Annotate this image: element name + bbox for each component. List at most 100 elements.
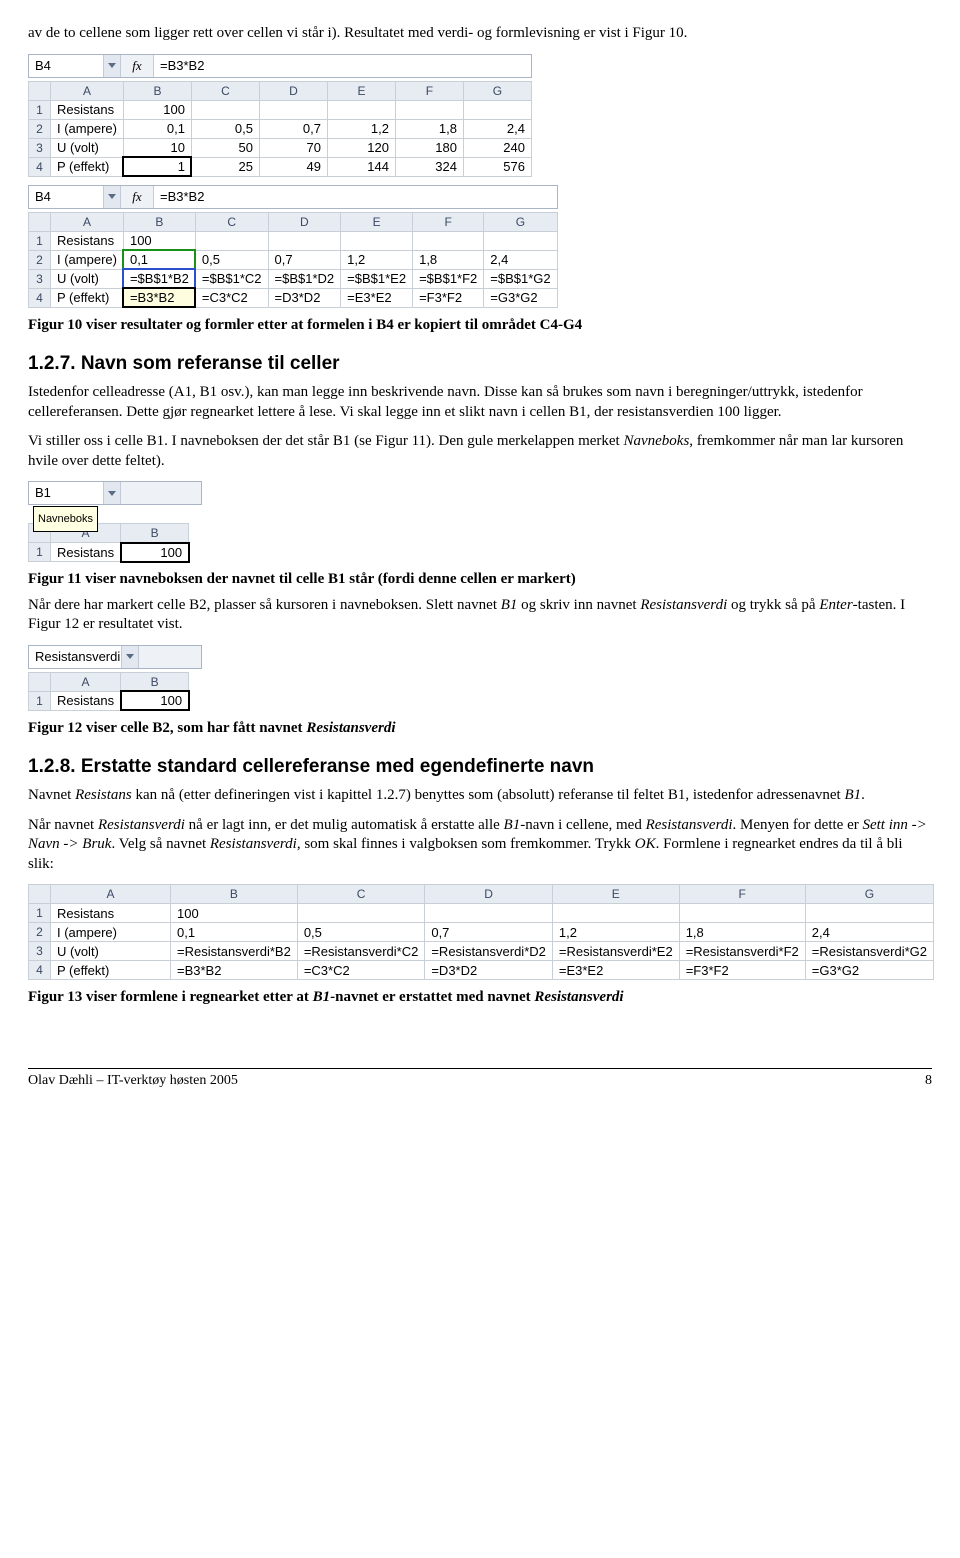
cell[interactable]: =$B$1*G2 (484, 269, 557, 288)
cell[interactable]: 0,5 (195, 250, 268, 269)
cell[interactable]: =Resistansverdi*B2 (171, 942, 298, 961)
cell[interactable]: 576 (463, 157, 531, 176)
cell[interactable]: 0,1 (123, 250, 195, 269)
name-box[interactable]: B4 (29, 55, 121, 77)
chevron-down-icon[interactable] (103, 482, 120, 504)
row-header[interactable]: 3 (29, 942, 51, 961)
cell[interactable]: 70 (259, 138, 327, 157)
grid[interactable]: A B C D E F G 1 Resistans 100 2 I (amper… (28, 81, 532, 177)
cell[interactable]: =B3*B2 (171, 961, 298, 980)
name-box[interactable]: Resistansverdi (29, 646, 139, 668)
row-header[interactable]: 1 (29, 231, 51, 250)
formula-input[interactable]: =B3*B2 (154, 55, 531, 77)
name-box[interactable]: B1 Navneboks (29, 482, 121, 504)
cell-selected[interactable]: 100 (121, 691, 189, 710)
cell[interactable]: =D3*D2 (425, 961, 553, 980)
corner-header[interactable] (29, 212, 51, 231)
cell[interactable]: 0,7 (259, 119, 327, 138)
col-header[interactable]: G (805, 885, 933, 904)
cell[interactable]: 240 (463, 138, 531, 157)
cell[interactable]: =Resistansverdi*E2 (552, 942, 679, 961)
cell[interactable] (268, 231, 341, 250)
cell[interactable]: Resistans (51, 543, 121, 562)
col-header[interactable]: E (341, 212, 413, 231)
fx-icon[interactable]: fx (121, 55, 154, 77)
cell[interactable]: Resistans (51, 231, 124, 250)
col-header[interactable]: A (51, 885, 171, 904)
cell[interactable]: P (effekt) (51, 288, 124, 307)
cell[interactable]: =Resistansverdi*C2 (297, 942, 425, 961)
cell[interactable] (327, 100, 395, 119)
cell-selected[interactable]: 100 (121, 543, 189, 562)
col-header[interactable]: D (425, 885, 553, 904)
cell[interactable] (484, 231, 557, 250)
cell[interactable]: 144 (327, 157, 395, 176)
row-header[interactable]: 1 (29, 100, 51, 119)
cell[interactable]: =E3*E2 (341, 288, 413, 307)
col-header[interactable]: F (679, 885, 805, 904)
cell[interactable]: 180 (395, 138, 463, 157)
col-header[interactable]: F (413, 212, 484, 231)
row-header[interactable]: 3 (29, 269, 51, 288)
col-header[interactable]: D (268, 212, 341, 231)
cell[interactable] (341, 231, 413, 250)
col-header[interactable]: A (51, 212, 124, 231)
cell[interactable]: =$B$1*C2 (195, 269, 268, 288)
cell[interactable]: 0,1 (123, 119, 191, 138)
col-header[interactable]: A (51, 672, 121, 691)
cell[interactable]: I (ampere) (51, 119, 124, 138)
cell[interactable] (413, 231, 484, 250)
formula-input[interactable]: =B3*B2 (154, 186, 557, 208)
cell[interactable]: 120 (327, 138, 395, 157)
cell[interactable] (259, 100, 327, 119)
cell[interactable] (395, 100, 463, 119)
cell[interactable]: =D3*D2 (268, 288, 341, 307)
grid[interactable]: A B 1 Resistans 100 (28, 672, 189, 711)
corner-header[interactable] (29, 885, 51, 904)
col-header[interactable]: D (259, 81, 327, 100)
cell[interactable]: 25 (191, 157, 259, 176)
cell[interactable]: =C3*C2 (195, 288, 268, 307)
cell[interactable]: =E3*E2 (552, 961, 679, 980)
row-header[interactable]: 4 (29, 288, 51, 307)
cell[interactable]: 1,2 (552, 923, 679, 942)
cell[interactable]: U (volt) (51, 269, 124, 288)
chevron-down-icon[interactable] (103, 55, 120, 77)
cell[interactable]: =Resistansverdi*F2 (679, 942, 805, 961)
cell[interactable] (805, 904, 933, 923)
cell[interactable]: 0,5 (191, 119, 259, 138)
cell[interactable]: 10 (123, 138, 191, 157)
col-header[interactable]: E (552, 885, 679, 904)
cell[interactable]: =$B$1*F2 (413, 269, 484, 288)
cell[interactable]: U (volt) (51, 942, 171, 961)
cell[interactable] (425, 904, 553, 923)
col-header[interactable]: B (123, 212, 195, 231)
cell[interactable]: 1,8 (395, 119, 463, 138)
cell[interactable]: 1,2 (341, 250, 413, 269)
col-header[interactable]: C (297, 885, 425, 904)
cell[interactable]: 2,4 (484, 250, 557, 269)
row-header[interactable]: 3 (29, 138, 51, 157)
cell[interactable]: Resistans (51, 100, 124, 119)
cell[interactable]: 100 (171, 904, 298, 923)
col-header[interactable]: E (327, 81, 395, 100)
cell[interactable]: =$B$1*E2 (341, 269, 413, 288)
row-header[interactable]: 2 (29, 250, 51, 269)
cell[interactable]: 49 (259, 157, 327, 176)
row-header[interactable]: 2 (29, 923, 51, 942)
cell[interactable]: 0,5 (297, 923, 425, 942)
cell[interactable]: =C3*C2 (297, 961, 425, 980)
chevron-down-icon[interactable] (103, 186, 120, 208)
cell[interactable]: =$B$1*D2 (268, 269, 341, 288)
row-header[interactable]: 1 (29, 543, 51, 562)
cell[interactable]: 50 (191, 138, 259, 157)
cell[interactable]: 2,4 (463, 119, 531, 138)
cell[interactable] (552, 904, 679, 923)
cell[interactable]: =G3*G2 (805, 961, 933, 980)
cell[interactable]: 0,7 (425, 923, 553, 942)
col-header[interactable]: B (171, 885, 298, 904)
cell[interactable] (297, 904, 425, 923)
cell[interactable] (463, 100, 531, 119)
cell[interactable]: =Resistansverdi*G2 (805, 942, 933, 961)
row-header[interactable]: 1 (29, 691, 51, 710)
